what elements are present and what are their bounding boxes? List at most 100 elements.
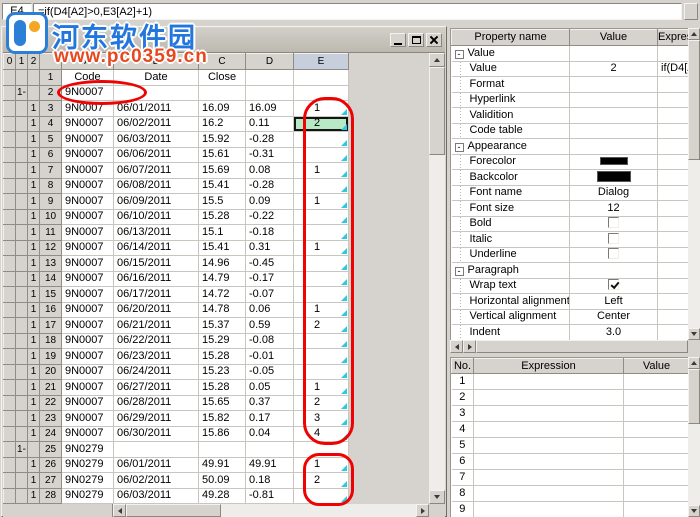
row-number-21[interactable]: 21 [40,380,62,396]
cell-c27[interactable]: 50.09 [199,473,246,489]
band-level-0-cell[interactable] [4,349,16,365]
value-cell-8[interactable] [624,486,689,502]
cell-b4[interactable]: 06/02/2011 [114,116,199,132]
cell-b20[interactable]: 06/24/2011 [114,364,199,380]
cell-c26[interactable]: 49.91 [199,457,246,473]
cell-c18[interactable]: 15.29 [199,333,246,349]
cell-c5[interactable]: 15.92 [199,132,246,148]
band-level-1-cell[interactable] [16,395,28,411]
row-number-5[interactable]: 5 [40,132,62,148]
cell-e26[interactable]: 1 [294,457,349,473]
cell-a19[interactable]: 9N0007 [62,349,114,365]
row-number-26[interactable]: 26 [40,457,62,473]
cell-b23[interactable]: 06/29/2011 [114,411,199,427]
row-number-19[interactable]: 19 [40,349,62,365]
band-level-header-1[interactable]: 1 [16,54,28,70]
cell-d2[interactable] [246,85,294,101]
band-level-header-0[interactable]: 0 [4,54,16,70]
cell-b13[interactable]: 06/15/2011 [114,256,199,272]
prop-scroll-up-button[interactable] [688,28,700,40]
cell-a27[interactable]: 9N0279 [62,473,114,489]
cell-b28[interactable]: 06/03/2011 [114,488,199,504]
prop-hscroll-thumb[interactable] [476,340,688,353]
expr-vscroll-thumb[interactable] [688,369,700,424]
band-level-1-cell[interactable] [16,194,28,210]
cell-a3[interactable]: 9N0007 [62,101,114,117]
expression-cell-8[interactable] [474,486,624,502]
row-number-10[interactable]: 10 [40,209,62,225]
row-number-9[interactable]: 9 [40,194,62,210]
close-button[interactable] [426,33,442,47]
cell-c10[interactable]: 15.28 [199,209,246,225]
property-name-code-table[interactable]: Code table [452,123,570,139]
cell-d24[interactable]: 0.04 [246,426,294,442]
band-level-2-cell[interactable]: 1 [28,178,40,194]
band-level-1-cell[interactable] [16,225,28,241]
cell-d17[interactable]: 0.59 [246,318,294,334]
grid-vertical-scrollbar[interactable] [429,53,445,504]
cell-a11[interactable]: 9N0007 [62,225,114,241]
band-level-2-cell[interactable]: 1 [28,333,40,349]
cell-d22[interactable]: 0.37 [246,395,294,411]
cell-e11[interactable] [294,225,349,241]
property-expression-hyperlink[interactable] [658,92,689,108]
band-level-1-cell[interactable] [16,271,28,287]
property-value-indent[interactable]: 3.0 [570,325,658,341]
property-expression-value[interactable]: if(D4[A2]>0,E3[A2]+1) [658,61,689,77]
italic-checkbox[interactable] [608,233,619,244]
cell-d15[interactable]: -0.07 [246,287,294,303]
column-header-e[interactable]: E [294,54,349,70]
cell-a24[interactable]: 9N0007 [62,426,114,442]
property-value-value[interactable]: 2 [570,61,658,77]
band-level-1-cell[interactable]: 1- [16,442,28,458]
band-level-2-cell[interactable]: 1 [28,163,40,179]
cell-a22[interactable]: 9N0007 [62,395,114,411]
cell-a21[interactable]: 9N0007 [62,380,114,396]
band-level-0-cell[interactable] [4,488,16,504]
expression-row-number-7[interactable]: 7 [452,470,474,486]
band-level-2-cell[interactable]: 1 [28,380,40,396]
cell-e8[interactable] [294,178,349,194]
property-name-font-size[interactable]: Font size [452,201,570,217]
cell-c12[interactable]: 15.41 [199,240,246,256]
expression-cell-3[interactable] [474,406,624,422]
band-level-1-cell[interactable] [16,287,28,303]
cell-b27[interactable]: 06/02/2011 [114,473,199,489]
band-level-2-cell[interactable]: 1 [28,116,40,132]
property-name-validition[interactable]: Validition [452,108,570,124]
column-header-b[interactable]: B [114,54,199,70]
cell-a10[interactable]: 9N0007 [62,209,114,225]
cell-e24[interactable]: 4 [294,426,349,442]
band-level-1-cell[interactable] [16,101,28,117]
property-value-appearance[interactable] [570,139,658,155]
band-level-0-cell[interactable] [4,70,16,86]
band-level-header-2[interactable]: 2 [28,54,40,70]
prop-scroll-left-button[interactable] [450,340,463,353]
cell-b17[interactable]: 06/21/2011 [114,318,199,334]
cell-b22[interactable]: 06/28/2011 [114,395,199,411]
cell-d23[interactable]: 0.17 [246,411,294,427]
band-level-2-cell[interactable]: 1 [28,147,40,163]
band-level-2-cell[interactable]: 1 [28,457,40,473]
cell-b19[interactable]: 06/23/2011 [114,349,199,365]
band-level-0-cell[interactable] [4,116,16,132]
cell-d3[interactable]: 16.09 [246,101,294,117]
cell-e1[interactable] [294,70,349,86]
row-number-6[interactable]: 6 [40,147,62,163]
cell-a9[interactable]: 9N0007 [62,194,114,210]
band-level-2-cell[interactable]: 1 [28,473,40,489]
band-level-2-cell[interactable]: 1 [28,302,40,318]
property-name-italic[interactable]: Italic [452,232,570,248]
property-value-wrap-text[interactable] [570,278,658,294]
band-level-0-cell[interactable] [4,256,16,272]
row-number-11[interactable]: 11 [40,225,62,241]
band-level-1-cell[interactable] [16,473,28,489]
property-name-vertical-alignment[interactable]: Vertical alignment [452,309,570,325]
cell-b2[interactable] [114,85,199,101]
property-value-bold[interactable] [570,216,658,232]
band-level-1-cell[interactable] [16,147,28,163]
cell-e23[interactable]: 3 [294,411,349,427]
cell-e19[interactable] [294,349,349,365]
cell-d6[interactable]: -0.31 [246,147,294,163]
collapse-icon[interactable]: - [455,50,464,59]
